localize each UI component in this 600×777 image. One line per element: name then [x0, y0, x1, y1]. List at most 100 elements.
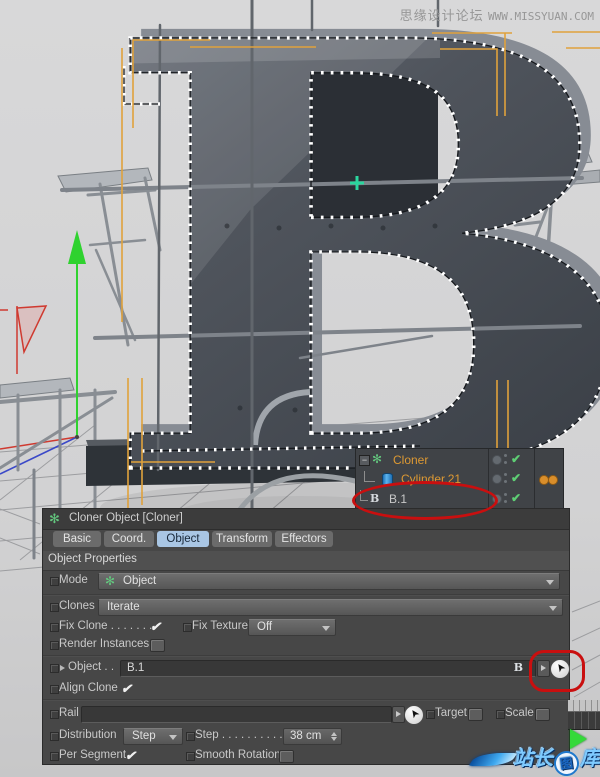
per-segment-label: Per Segment [59, 749, 126, 761]
cinema4d-window: B [0, 0, 600, 777]
expand-caret-icon[interactable] [60, 665, 65, 671]
visibility-dot-icon[interactable] [504, 493, 507, 496]
object-link-label: Object . . [68, 661, 114, 673]
cloner-icon: ✻ [49, 511, 60, 527]
tree-elbow [364, 471, 375, 482]
attribute-title: Cloner Object [Cloner] [69, 512, 183, 524]
visibility-dot-icon[interactable] [504, 454, 507, 457]
object-link-field[interactable]: B.1 B [120, 660, 536, 677]
clones-label: Clones [59, 600, 95, 612]
layer-dot-icon[interactable] [492, 474, 502, 484]
watermark-missyuan: 思缘设计论坛 WWW.MISSYUAN.COM [400, 5, 594, 25]
divider [43, 699, 569, 701]
timeline-band[interactable] [568, 711, 600, 730]
param-dot[interactable] [50, 603, 59, 612]
param-dot[interactable] [50, 732, 59, 741]
om-object-name[interactable]: Cloner [393, 453, 428, 467]
attribute-manager: ✻ Cloner Object [Cloner] Basic Coord. Ob… [42, 508, 570, 765]
rail-label: Rail [59, 707, 79, 719]
row-fix: Fix Clone . . . . . . . ✔ Fix Texture Of… [43, 618, 569, 636]
param-dot[interactable] [50, 577, 59, 586]
param-dot[interactable] [50, 710, 59, 719]
align-clone-label: Align Clone [59, 682, 118, 694]
watermark-prefix: 站长 [513, 748, 553, 770]
flame-swoosh-icon [469, 753, 518, 766]
tab-basic[interactable]: Basic [53, 531, 101, 547]
watermark-en: WWW.MISSYUAN.COM [488, 10, 594, 23]
param-dot[interactable] [50, 752, 59, 761]
visibility-dot-icon[interactable] [504, 461, 507, 464]
enabled-check-icon[interactable]: ✔ [511, 452, 521, 466]
param-dot[interactable] [50, 641, 59, 650]
watermark-zhanzhang: 站长图库 [473, 742, 600, 776]
render-instances-label: Render Instances [59, 638, 149, 650]
mode-dropdown[interactable]: ✻ Object [98, 573, 560, 590]
chevron-down-icon [549, 606, 557, 611]
row-rail: Rail ➤ Target Scale [43, 705, 569, 723]
watermark-zh: 思缘设计论坛 [400, 8, 484, 23]
scale-checkbox[interactable] [535, 708, 550, 721]
chevron-down-icon [322, 626, 330, 631]
param-dot[interactable] [50, 664, 59, 673]
timeline-ruler[interactable] [568, 700, 600, 711]
visibility-dot-icon[interactable] [504, 473, 507, 476]
align-clone-checkbox[interactable]: ✔ [121, 681, 132, 697]
expander-icon[interactable]: − [359, 455, 370, 466]
per-segment-checkbox[interactable]: ✔ [125, 748, 136, 764]
param-dot[interactable] [50, 623, 59, 632]
visibility-dot-icon[interactable] [504, 500, 507, 503]
cursor-icon: ➤ [407, 706, 423, 721]
target-checkbox[interactable] [468, 708, 483, 721]
fix-clone-label: Fix Clone . . . . . . . [59, 620, 152, 632]
param-dot[interactable] [426, 710, 435, 719]
render-instances-checkbox[interactable] [150, 639, 165, 652]
smooth-rotation-label: Smooth Rotation [195, 749, 281, 761]
clones-dropdown[interactable]: Iterate [98, 599, 563, 616]
param-dot[interactable] [496, 710, 505, 719]
chevron-down-icon [546, 580, 554, 585]
tag-dot-icon[interactable] [548, 475, 558, 485]
spin-down-icon[interactable] [331, 737, 337, 741]
watermark-suffix: 库 [580, 748, 600, 770]
cloner-icon: ✻ [372, 452, 382, 466]
distribution-dropdown[interactable]: Step [123, 728, 183, 745]
spline-text-icon: B [514, 661, 523, 674]
rail-link-field[interactable] [81, 706, 392, 723]
step-spinner[interactable]: 38 cm [283, 728, 342, 745]
spin-up-icon[interactable] [331, 732, 337, 736]
row-align-clone: Align Clone ✔ [43, 680, 569, 698]
fix-texture-dropdown[interactable]: Off [248, 619, 336, 636]
divider [43, 594, 569, 596]
row-object: Object . . B.1 B ➤ [43, 659, 569, 677]
tab-effectors[interactable]: Effectors [275, 531, 333, 547]
chevron-down-icon [169, 735, 177, 740]
tab-coord[interactable]: Coord. [104, 531, 154, 547]
attribute-tabs: Basic Coord. Object Transform Effectors [43, 530, 569, 550]
visibility-dot-icon[interactable] [504, 480, 507, 483]
row-mode: Mode ✻ Object [43, 572, 569, 590]
divider [43, 655, 569, 657]
om-row-cloner[interactable]: − ✻ Cloner ✔ [356, 450, 563, 469]
tab-transform[interactable]: Transform [212, 531, 272, 547]
cloner-icon: ✻ [105, 574, 115, 588]
tab-object[interactable]: Object [157, 531, 209, 547]
mode-label: Mode [59, 574, 88, 586]
param-dot[interactable] [183, 623, 192, 632]
fix-clone-checkbox[interactable]: ✔ [150, 619, 161, 635]
distribution-label: Distribution [59, 729, 117, 741]
layer-dot-icon[interactable] [492, 455, 502, 465]
row-clones: Clones Iterate [43, 598, 569, 616]
enabled-check-icon[interactable]: ✔ [511, 471, 521, 485]
smooth-rotation-checkbox[interactable] [279, 750, 294, 763]
fix-texture-label: Fix Texture [192, 620, 248, 632]
annotation-circle-pick-button [529, 650, 585, 692]
attribute-header: ✻ Cloner Object [Cloner] [43, 509, 569, 530]
param-dot[interactable] [50, 685, 59, 694]
target-label: Target [435, 707, 467, 719]
enabled-check-icon[interactable]: ✔ [511, 491, 521, 505]
param-dot[interactable] [186, 752, 195, 761]
pick-rail-button[interactable]: ➤ [404, 705, 424, 725]
param-dot[interactable] [186, 732, 195, 741]
scale-label: Scale [505, 707, 534, 719]
watermark-badge-icon: 图 [552, 749, 580, 777]
